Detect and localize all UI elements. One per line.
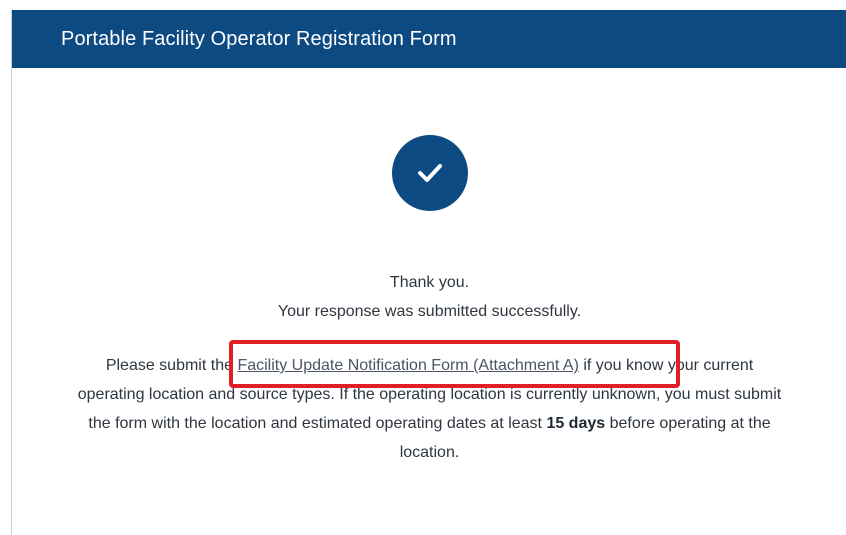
success-checkmark-icon: [392, 135, 468, 211]
checkmark-icon: [418, 164, 442, 182]
facility-update-form-link[interactable]: Facility Update Notification Form (Attac…: [237, 357, 578, 374]
deadline-days: 15 days: [546, 415, 606, 432]
form-title: Portable Facility Operator Registration …: [61, 27, 457, 50]
instructions-paragraph: Please submit the Facility Update Notifi…: [72, 351, 787, 467]
submitted-text: Your response was submitted successfully…: [277, 303, 582, 320]
instructions-before-link: Please submit the: [105, 357, 238, 374]
thank-you-text: Thank you.: [389, 274, 470, 291]
form-panel: Portable Facility Operator Registration …: [11, 10, 846, 535]
form-header: Portable Facility Operator Registration …: [12, 10, 846, 68]
success-message: Thank you. Your response was submitted s…: [12, 268, 846, 326]
